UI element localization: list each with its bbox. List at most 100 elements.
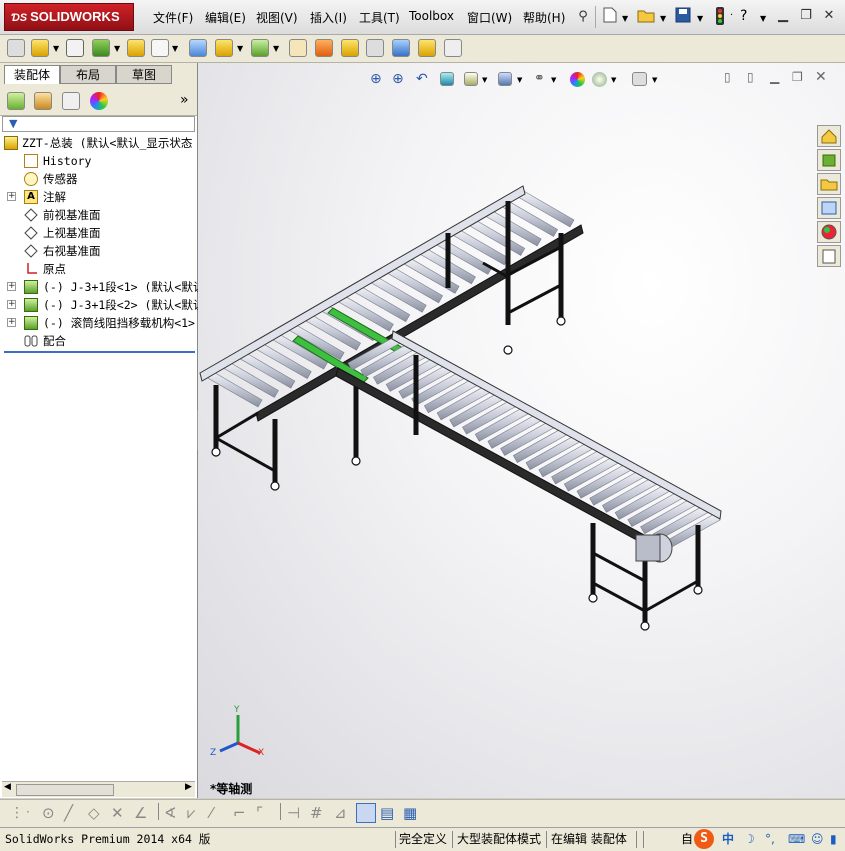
custom-properties-icon[interactable] xyxy=(817,245,841,267)
clearance-verification-icon[interactable] xyxy=(392,39,410,57)
horizontal-scrollbar[interactable]: ◀ ▶ xyxy=(2,781,195,797)
close-icon[interactable]: ✕ xyxy=(820,8,838,24)
graphics-viewport[interactable]: ⊕ ⊕ ↶ ▼ ▼ ⚭ ▼ ▼ ▼ ▯ ▯ ▁ ❐ ✕ Y X Z *等轴测 xyxy=(198,63,845,798)
expand-chevron-icon[interactable]: » xyxy=(180,92,189,108)
shaded-display-icon[interactable] xyxy=(356,803,376,823)
chevron-down-icon[interactable]: ▼ xyxy=(760,14,766,23)
grid-icon[interactable]: # xyxy=(310,804,323,822)
chevron-down-icon[interactable]: ▼ xyxy=(622,14,628,23)
mate-icon[interactable] xyxy=(31,39,49,57)
expand-plus-icon[interactable]: + xyxy=(7,192,16,201)
scroll-right-icon[interactable]: ▶ xyxy=(185,782,192,792)
menu-toolbox[interactable]: Toolbox xyxy=(409,9,454,23)
polygon-icon[interactable]: ◇ xyxy=(88,804,100,822)
corner-icon[interactable]: ⌐ xyxy=(233,804,246,822)
restore-icon[interactable]: ❐ xyxy=(797,8,815,24)
move-component-icon[interactable] xyxy=(127,39,145,57)
instant3d-icon[interactable] xyxy=(444,39,462,57)
open-folder-icon[interactable] xyxy=(636,7,656,27)
appearances-scenes-icon[interactable] xyxy=(817,221,841,243)
view-palette-icon[interactable] xyxy=(817,197,841,219)
tree-item-subassembly-1[interactable]: + (-) J-3+1段<1> (默认<默认_ xyxy=(0,278,211,296)
insert-component-icon[interactable] xyxy=(7,39,25,57)
tree-item-subassembly-3[interactable]: + (-) 滚筒线阻挡移载机构<1> xyxy=(0,314,196,332)
expand-plus-icon[interactable]: + xyxy=(7,318,16,327)
new-motion-study-icon[interactable] xyxy=(251,39,269,57)
bill-of-materials-icon[interactable] xyxy=(289,39,307,57)
chevron-down-icon[interactable]: ▼ xyxy=(114,44,120,53)
chevron-down-icon[interactable]: ▼ xyxy=(660,14,666,23)
menu-insert[interactable]: 插入(I) xyxy=(310,9,347,26)
offset-icon[interactable]: ∢ xyxy=(164,804,177,822)
chevron-down-icon[interactable]: ▼ xyxy=(697,14,703,23)
ime-user-icon[interactable]: ☺ xyxy=(811,830,824,848)
rollback-bar[interactable] xyxy=(4,351,195,353)
ime-tools-icon[interactable]: ▮ xyxy=(830,830,837,848)
tree-item-front-plane[interactable]: 前视基准面 xyxy=(0,206,196,224)
explode-line-sketch-icon[interactable] xyxy=(341,39,359,57)
relation-icon[interactable]: ⊿ xyxy=(334,804,347,822)
solidworks-logo[interactable]: ƊS SOLIDWORKS xyxy=(4,3,134,31)
traffic-light-icon[interactable] xyxy=(710,7,730,27)
circle-icon[interactable]: ⊙ xyxy=(42,804,55,822)
tree-item-history[interactable]: History xyxy=(0,152,196,170)
tree-item-mates[interactable]: 配合 xyxy=(0,332,196,350)
help-icon[interactable]: ? xyxy=(740,8,747,24)
show-hidden-icon[interactable] xyxy=(151,39,169,57)
menu-window[interactable]: 窗口(W) xyxy=(467,9,512,26)
linear-pattern-icon[interactable] xyxy=(92,39,110,57)
save-icon[interactable] xyxy=(673,7,693,27)
point-icon[interactable]: · xyxy=(26,805,30,819)
interference-detection-icon[interactable] xyxy=(366,39,384,57)
ime-punctuation-icon[interactable]: °, xyxy=(765,830,775,848)
reference-geometry-icon[interactable] xyxy=(215,39,233,57)
menu-tools[interactable]: 工具(T) xyxy=(359,9,400,26)
menu-view[interactable]: 视图(V) xyxy=(256,9,298,26)
filter-box[interactable]: ▼ xyxy=(2,116,195,132)
assembly-features-icon[interactable] xyxy=(189,39,207,57)
exploded-view-icon[interactable] xyxy=(315,39,333,57)
chevron-down-icon[interactable]: ▼ xyxy=(172,44,178,53)
tree-item-subassembly-2[interactable]: + (-) J-3+1段<2> (默认<默认_ xyxy=(0,296,211,314)
ime-keyboard-icon[interactable]: ⌨ xyxy=(788,830,805,848)
tree-item-origin[interactable]: 原点 xyxy=(0,260,196,278)
menu-file[interactable]: 文件(F) xyxy=(153,9,193,26)
property-manager-icon[interactable] xyxy=(34,92,52,110)
scroll-left-icon[interactable]: ◀ xyxy=(4,782,11,792)
tree-item-root-assembly[interactable]: ZZT-总装 (默认<默认_显示状态 xyxy=(0,134,196,152)
chevron-down-icon[interactable]: ▼ xyxy=(273,44,279,53)
chevron-down-icon[interactable]: ▼ xyxy=(53,44,59,53)
new-document-icon[interactable] xyxy=(600,7,620,27)
smart-fastener-icon[interactable] xyxy=(66,39,84,57)
sogou-ime-icon[interactable]: S xyxy=(694,829,714,849)
tree-item-right-plane[interactable]: 右视基准面 xyxy=(0,242,196,260)
trim-icon[interactable]: ✕ xyxy=(111,804,124,822)
expand-plus-icon[interactable]: + xyxy=(7,282,16,291)
scrollbar-thumb[interactable] xyxy=(16,784,114,796)
smart-dimension-icon[interactable]: ⊣ xyxy=(287,804,300,822)
file-explorer-icon[interactable] xyxy=(817,173,841,195)
rectangle-icon[interactable]: ⌜ xyxy=(256,804,263,822)
ime-auto-label[interactable]: 自 xyxy=(681,830,693,848)
menu-edit[interactable]: 编辑(E) xyxy=(205,9,246,26)
chevron-down-icon[interactable]: ▼ xyxy=(237,44,243,53)
angle-icon[interactable]: ∠ xyxy=(134,804,147,822)
minimize-icon[interactable]: ▁ xyxy=(774,8,792,24)
section-toggle-icon[interactable]: ▤ xyxy=(380,804,394,822)
pushpin-icon[interactable]: ⚲ xyxy=(573,7,593,27)
display-manager-icon[interactable] xyxy=(90,92,108,110)
expand-plus-icon[interactable]: + xyxy=(7,300,16,309)
hole-alignment-icon[interactable] xyxy=(418,39,436,57)
design-library-icon[interactable] xyxy=(817,149,841,171)
ime-chinese-mode[interactable]: 中 xyxy=(722,830,734,848)
conveyor-assembly-model[interactable] xyxy=(198,63,845,798)
mirror-icon[interactable]: ⩗ xyxy=(187,804,195,822)
menu-help[interactable]: 帮助(H) xyxy=(523,9,565,26)
configuration-manager-icon[interactable] xyxy=(62,92,80,110)
table-view-icon[interactable]: ▦ xyxy=(403,804,417,822)
tab-layout[interactable]: 布局 xyxy=(60,65,116,84)
solidworks-resources-icon[interactable] xyxy=(817,125,841,147)
ime-halfwidth-icon[interactable]: ☽ xyxy=(744,830,755,848)
status-large-assembly-mode[interactable]: 大型装配体模式 xyxy=(457,830,541,848)
line-icon[interactable]: ╱ xyxy=(64,804,73,822)
